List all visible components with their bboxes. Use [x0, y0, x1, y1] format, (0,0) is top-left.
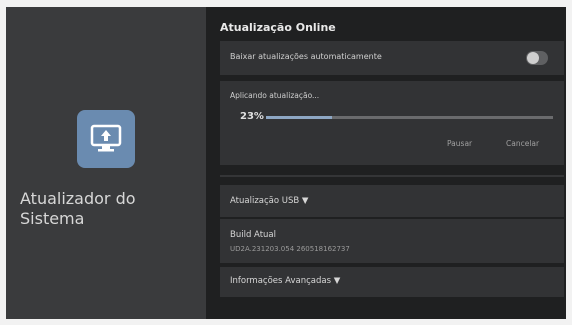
- usb-update-row[interactable]: Atualização USB ▼: [220, 185, 564, 217]
- build-info-row[interactable]: Build Atual UD2A.231203.054 260518162737: [220, 219, 564, 263]
- progress-percent: 23%: [240, 111, 264, 122]
- progress-bar-fill: [266, 116, 332, 119]
- advanced-info-label: Informações Avançadas ▼: [230, 276, 341, 286]
- cancel-button[interactable]: Cancelar: [506, 139, 539, 148]
- online-section-title: Atualização Online: [220, 21, 336, 34]
- build-label: Build Atual: [230, 230, 276, 240]
- usb-update-label: Atualização USB ▼: [230, 196, 309, 206]
- auto-download-row[interactable]: Baixar atualizações automaticamente: [220, 41, 564, 75]
- pause-button[interactable]: Pausar: [447, 139, 472, 148]
- auto-download-toggle[interactable]: [526, 51, 548, 65]
- auto-download-label: Baixar atualizações automaticamente: [230, 52, 382, 61]
- progress-status: Aplicando atualização...: [230, 91, 320, 100]
- app-title: Atualizador do Sistema: [20, 189, 136, 228]
- divider: [220, 175, 564, 177]
- toggle-knob: [527, 52, 539, 64]
- progress-card: Aplicando atualização... 23% Pausar Canc…: [220, 81, 564, 165]
- left-panel: Atualizador do Sistema: [6, 7, 206, 319]
- settings-screen: Atualizador do Sistema Atualização Onlin…: [6, 7, 566, 319]
- progress-bar: [266, 116, 553, 119]
- monitor-upload-icon: [77, 110, 135, 168]
- advanced-info-row[interactable]: Informações Avançadas ▼: [220, 267, 564, 297]
- build-value: UD2A.231203.054 260518162737: [230, 245, 350, 253]
- right-panel: Atualização Online Baixar atualizações a…: [206, 7, 566, 319]
